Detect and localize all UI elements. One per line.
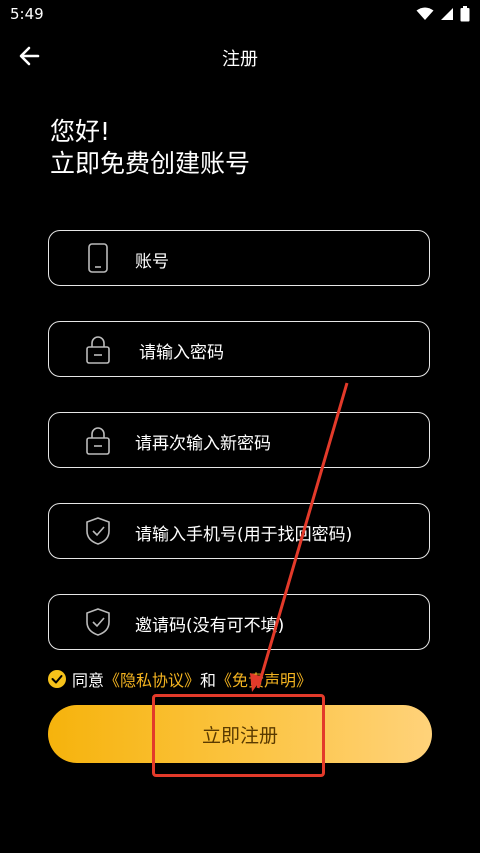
phone-field[interactable]: 请输入手机号(用于找回密码)	[48, 503, 430, 559]
agreement-conjunction: 和	[200, 671, 217, 690]
invite-code-field[interactable]: 邀请码(没有可不填)	[48, 594, 430, 650]
lock-icon	[86, 336, 110, 364]
disclaimer-link[interactable]: 《免责声明》	[216, 667, 312, 691]
battery-icon	[460, 6, 470, 22]
account-placeholder: 账号	[135, 252, 169, 272]
confirm-password-field[interactable]: 请再次输入新密码	[48, 412, 430, 468]
password-field[interactable]: 请输入密码	[48, 321, 430, 377]
status-icons	[416, 5, 470, 23]
annotation-highlight-box	[152, 694, 325, 777]
greeting: 您好! 立即免费创建账号	[50, 116, 250, 180]
agreement-row: 同意 《隐私协议》 和 《免责声明》	[48, 668, 312, 690]
confirm-password-placeholder: 请再次输入新密码	[135, 434, 271, 454]
signal-icon	[441, 8, 453, 20]
password-placeholder: 请输入密码	[139, 343, 224, 363]
phone-icon	[88, 243, 108, 273]
account-field[interactable]: 账号	[48, 230, 430, 286]
shield-check-icon	[86, 608, 110, 636]
phone-placeholder: 请输入手机号(用于找回密码)	[135, 525, 353, 545]
nav-bar: 注册	[0, 34, 480, 78]
agreement-prefix: 同意	[72, 671, 105, 690]
wifi-icon	[416, 7, 434, 20]
lock-icon	[86, 427, 110, 455]
invite-code-placeholder: 邀请码(没有可不填)	[135, 616, 285, 636]
page-title: 注册	[222, 49, 258, 70]
status-bar: 5:49	[0, 0, 480, 28]
checkbox-checked-icon[interactable]	[48, 670, 66, 688]
shield-check-icon	[86, 517, 110, 545]
greeting-line-2: 立即免费创建账号	[50, 149, 251, 178]
status-time: 5:49	[10, 5, 44, 23]
privacy-policy-link[interactable]: 《隐私协议》	[104, 667, 200, 691]
greeting-line-1: 您好!	[50, 117, 111, 146]
